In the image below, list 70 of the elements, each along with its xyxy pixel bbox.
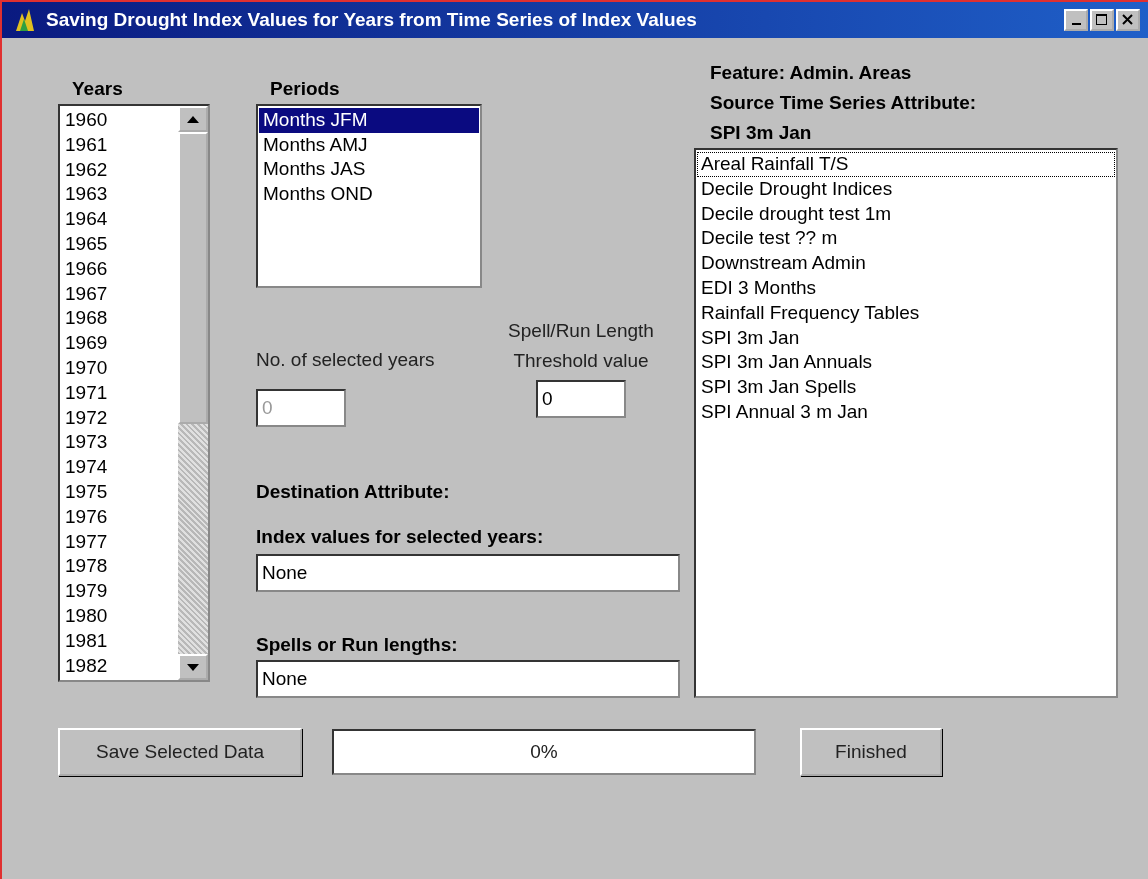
year-item[interactable]: 1979 <box>61 579 177 604</box>
periods-label: Periods <box>270 77 341 101</box>
attribute-item[interactable]: Areal Rainfall T/S <box>697 152 1115 177</box>
year-item[interactable]: 1975 <box>61 479 177 505</box>
years-list[interactable]: 1960 1961 1962 1963 1964 1965 1966 1967 1968 1969 1970 1971 1972 1973 1974 1975 1976 1977 1978 1979 1980 1981 1982 <box>58 104 210 682</box>
source-attribute-list[interactable] <box>694 148 1118 698</box>
period-item[interactable]: Months AMJ <box>259 132 479 157</box>
close-button[interactable] <box>1116 9 1140 31</box>
year-item[interactable]: 1963 <box>61 182 177 208</box>
maximize-button[interactable] <box>1090 9 1114 31</box>
year-item[interactable]: 1977 <box>61 529 177 555</box>
year-item[interactable]: 1966 <box>61 256 177 282</box>
feature-label: Feature: Admin. Areas <box>710 61 913 85</box>
year-item[interactable]: 1965 <box>61 232 177 257</box>
threshold-field[interactable]: 0 <box>536 380 626 418</box>
year-item[interactable]: 1974 <box>61 455 177 480</box>
index-values-label: Index values for selected years: <box>256 525 545 549</box>
year-item[interactable]: 1970 <box>61 355 177 381</box>
spells-field[interactable]: None <box>256 660 680 698</box>
period-item[interactable]: Months JFM <box>259 108 479 133</box>
periods-list[interactable]: Months JFM Months AMJ Months JAS Months OND <box>256 104 482 288</box>
year-item[interactable]: 1980 <box>61 603 177 629</box>
minimize-button[interactable] <box>1064 9 1088 31</box>
spells-label: Spells or Run lengths: <box>256 633 459 657</box>
year-item[interactable]: 1982 <box>61 653 177 679</box>
scrollbar[interactable] <box>178 106 208 680</box>
index-values-field[interactable]: None <box>256 554 680 592</box>
years-label: Years <box>72 77 124 101</box>
scroll-up-button[interactable] <box>178 106 208 132</box>
arrow-up-icon <box>187 115 199 123</box>
attribute-item[interactable]: SPI 3m Jan <box>697 325 1115 351</box>
selected-years-label: No. of selected years <box>256 348 435 372</box>
attribute-item[interactable]: Rainfall Frequency Tables <box>697 300 1115 326</box>
finished-button[interactable]: Finished <box>800 728 942 776</box>
year-item[interactable]: 1960 <box>61 108 177 133</box>
source-attribute-label: SPI 3m Jan <box>710 121 813 145</box>
progress-text: 0% <box>530 741 558 763</box>
arrow-down-icon <box>187 663 199 671</box>
year-item[interactable]: 1972 <box>61 405 177 431</box>
save-selected-data-button[interactable]: Save Selected Data <box>58 728 302 776</box>
close-icon <box>1122 14 1134 26</box>
year-item[interactable]: 1967 <box>61 281 177 307</box>
year-item[interactable]: 1964 <box>61 207 177 232</box>
attribute-item[interactable]: SPI Annual 3 m Jan <box>697 399 1115 425</box>
attribute-item[interactable]: Downstream Admin <box>697 251 1115 276</box>
year-item[interactable]: 1969 <box>61 331 177 356</box>
attribute-item[interactable]: SPI 3m Jan Spells <box>697 375 1115 400</box>
year-item[interactable]: 1961 <box>61 132 177 158</box>
attribute-item[interactable]: SPI 3m Jan Annuals <box>697 350 1115 376</box>
attribute-item[interactable]: Decile test ?? m <box>697 226 1115 252</box>
maximize-icon <box>1096 14 1108 26</box>
year-item[interactable]: 1962 <box>61 157 177 183</box>
year-item[interactable]: 1981 <box>61 628 177 654</box>
scroll-thumb[interactable] <box>178 132 208 424</box>
attribute-item[interactable]: Decile drought test 1m <box>697 201 1115 227</box>
source-heading: Source Time Series Attribute: <box>710 91 978 115</box>
attribute-item[interactable]: Decile Drought Indices <box>697 176 1115 202</box>
period-item[interactable]: Months JAS <box>259 157 479 182</box>
period-item[interactable]: Months OND <box>259 181 479 206</box>
year-item[interactable]: 1973 <box>61 430 177 456</box>
threshold-label: Spell/Run Length Threshold value <box>508 319 654 373</box>
year-item[interactable]: 1971 <box>61 380 177 406</box>
window-title: Saving Drought Index Values for Years from Time Series of Index Values <box>46 9 698 31</box>
year-item[interactable]: 1978 <box>61 554 177 580</box>
destination-heading: Destination Attribute: <box>256 480 451 504</box>
year-item[interactable]: 1968 <box>61 306 177 332</box>
minimize-icon <box>1071 23 1081 25</box>
attribute-item[interactable]: EDI 3 Months <box>697 276 1115 301</box>
scroll-down-button[interactable] <box>178 654 208 680</box>
year-item[interactable]: 1976 <box>61 504 177 530</box>
